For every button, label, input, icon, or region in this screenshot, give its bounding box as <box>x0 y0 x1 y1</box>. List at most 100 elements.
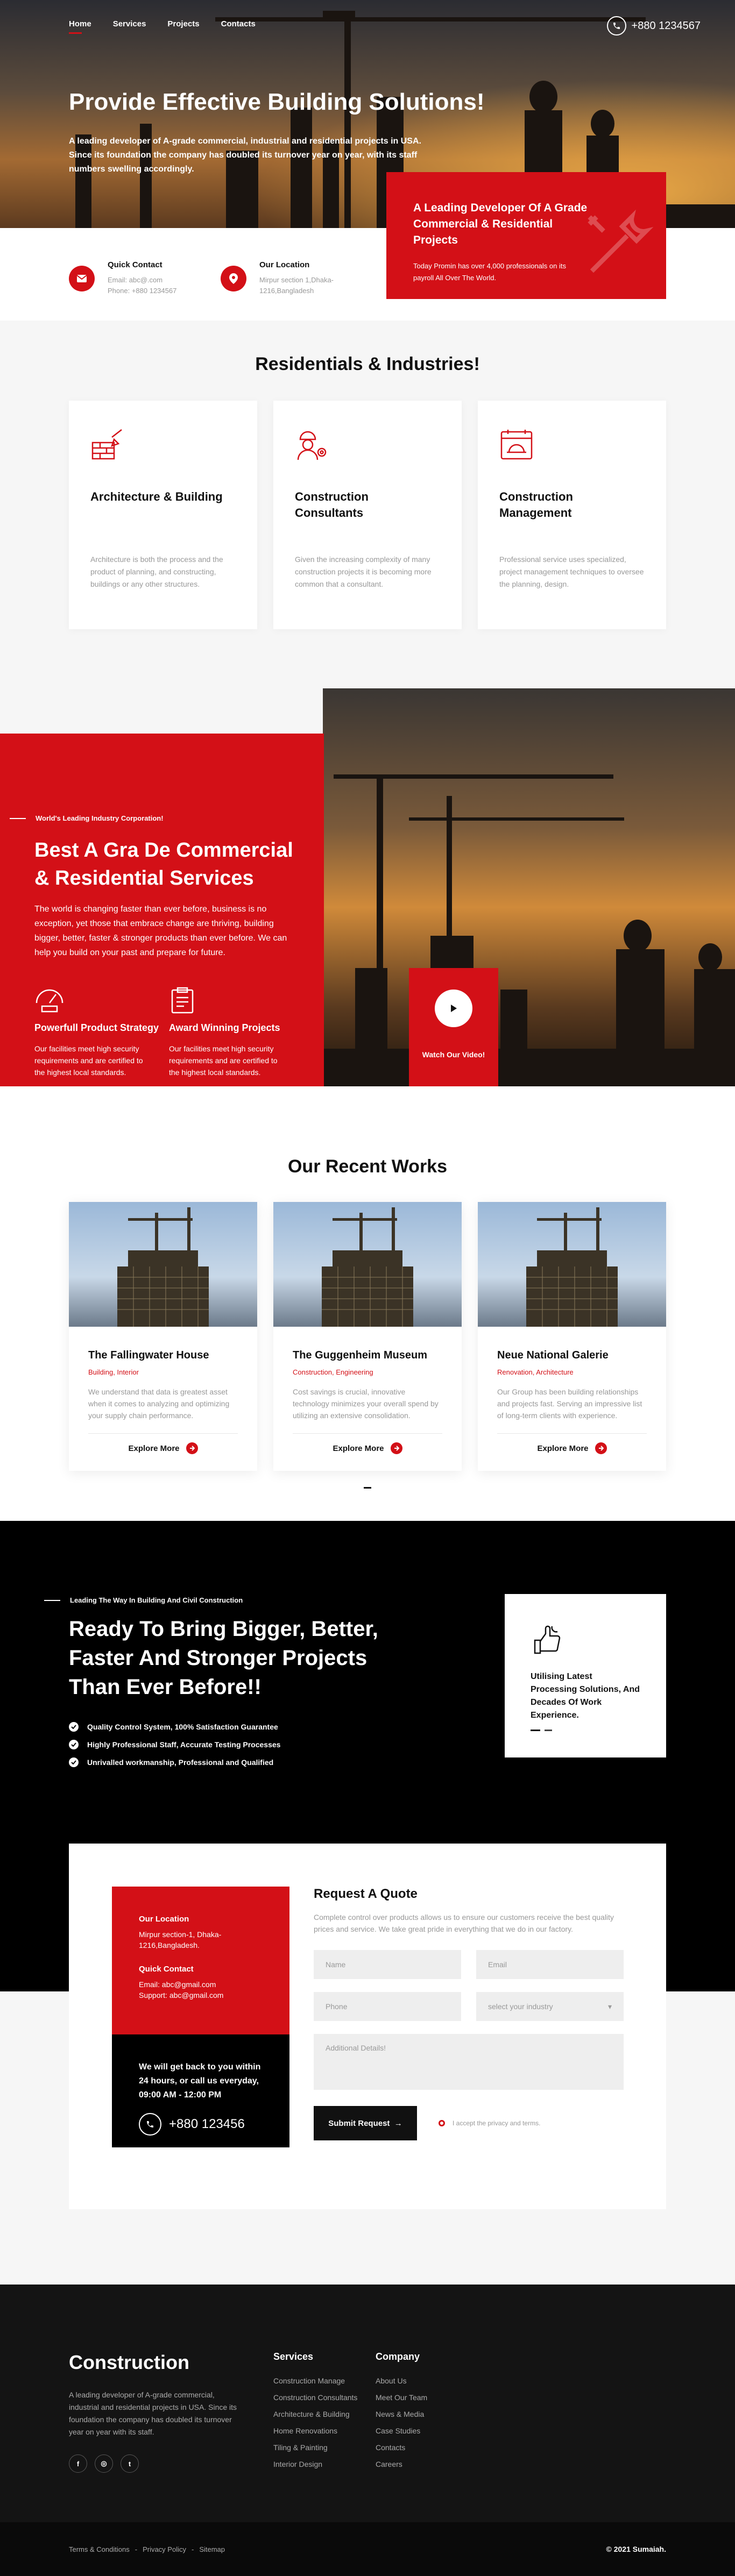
arrow-right-icon <box>595 1442 607 1454</box>
quote-support[interactable]: Support: abc@gmail.com <box>139 1990 263 2001</box>
nav-services[interactable]: Services <box>113 19 146 29</box>
footer-link[interactable]: Architecture & Building <box>273 2410 357 2418</box>
award-clipboard-icon <box>171 987 194 1014</box>
terms-link[interactable]: Terms & Conditions <box>69 2545 130 2553</box>
privacy-agree-radio[interactable]: I accept the privacy and terms. <box>439 2119 540 2127</box>
quote-email[interactable]: Email: abc@gmail.com <box>139 1979 263 1990</box>
sitemap-link[interactable]: Sitemap <box>199 2545 225 2553</box>
service-card-title: Construction Consultants <box>295 490 369 520</box>
work-category[interactable]: Building, Interior <box>88 1368 238 1376</box>
twitter-icon[interactable]: t <box>121 2454 139 2473</box>
services-section: Residentials & Industries! Architecture … <box>0 321 735 688</box>
footer-link[interactable]: Contacts <box>376 2443 427 2452</box>
quote-section: Our Location Mirpur section-1, Dhaka-121… <box>0 1844 735 2285</box>
work-card[interactable]: The Fallingwater House Building, Interio… <box>69 1202 257 1471</box>
promo-title: A Leading Developer Of A Grade Commercia… <box>413 202 588 246</box>
about-feature-title: Award Winning Projects <box>169 1022 280 1033</box>
location-title: Our Location <box>259 260 310 269</box>
details-textarea[interactable]: Additional Details! <box>314 2034 624 2090</box>
feature-dots[interactable] <box>531 1730 640 1731</box>
industry-select[interactable]: select your industry ▾ <box>476 1992 624 2021</box>
social-links: f ◎ t <box>69 2454 241 2473</box>
our-location: Our Location Mirpur section 1,Dhaka-1216… <box>221 260 340 296</box>
phone-field[interactable]: Phone <box>314 1992 461 2021</box>
about-title: Best A Gra De Commercial & Residential S… <box>34 839 293 889</box>
footer-link[interactable]: Meet Our Team <box>376 2393 427 2402</box>
footer-link[interactable]: About Us <box>376 2376 427 2385</box>
service-card-text: Architecture is both the process and the… <box>90 555 223 588</box>
feature-dot[interactable] <box>545 1730 552 1731</box>
work-description: Cost savings is crucial, innovative tech… <box>293 1387 439 1420</box>
header-phone[interactable]: +880 1234567 <box>606 16 701 35</box>
service-card[interactable]: Construction Consultants Given the incre… <box>273 401 462 629</box>
phone-icon <box>606 16 626 35</box>
about-feature-text: Our facilities meet high security requir… <box>34 1044 143 1077</box>
brick-wall-trowel-icon <box>91 429 122 460</box>
explore-more-link[interactable]: Explore More <box>497 1433 647 1454</box>
works-title: Our Recent Works <box>287 1156 447 1177</box>
nav-projects[interactable]: Projects <box>167 19 199 29</box>
about-feature-text: Our facilities meet high security requir… <box>169 1044 278 1077</box>
service-card[interactable]: Architecture & Building Architecture is … <box>69 401 257 629</box>
footer-services-title: Services <box>273 2351 314 2362</box>
feature-dot-active[interactable] <box>531 1730 540 1731</box>
footer-link[interactable]: News & Media <box>376 2410 427 2418</box>
radio-icon[interactable] <box>439 2120 445 2126</box>
work-title[interactable]: The Guggenheim Museum <box>293 1349 442 1362</box>
thumbs-up-wrench-icon <box>534 1625 561 1654</box>
quote-title: Request A Quote <box>314 1887 418 1901</box>
email-field[interactable]: Email <box>476 1950 624 1979</box>
footer-link[interactable]: Case Studies <box>376 2426 427 2435</box>
quote-form: Request A Quote Complete control over pr… <box>314 1887 624 2140</box>
submit-request-button[interactable]: Submit Request → <box>314 2106 417 2140</box>
nav-contacts[interactable]: Contacts <box>221 19 256 29</box>
footer-link[interactable]: Home Renovations <box>273 2426 357 2435</box>
play-icon[interactable] <box>435 990 472 1027</box>
about-feature-title: Powerfull Product Strategy <box>34 1022 159 1033</box>
carousel-dots[interactable] <box>69 1487 666 1489</box>
footer-company: Company About Us Meet Our Team News & Me… <box>376 2351 427 2477</box>
check-item: Unrivalled workmanship, Professional and… <box>69 1757 280 1767</box>
work-title[interactable]: Neue National Galerie <box>497 1349 647 1362</box>
check-icon <box>69 1740 79 1749</box>
watch-video-button[interactable]: Watch Our Video! <box>409 968 498 1086</box>
strategy-icon <box>36 989 63 1013</box>
work-image <box>273 1202 462 1327</box>
privacy-link[interactable]: Privacy Policy <box>143 2545 186 2553</box>
hero-text: A leading developer of A-grade commercia… <box>69 137 421 174</box>
hero-title: Provide Effective Building Solutions! <box>69 89 485 115</box>
quick-contact-phone[interactable]: Phone: +880 1234567 <box>108 286 176 296</box>
work-card[interactable]: Neue National Galerie Renovation, Archit… <box>478 1202 666 1471</box>
quick-contact-email[interactable]: Email: abc@.com <box>108 275 176 286</box>
work-title[interactable]: The Fallingwater House <box>88 1349 238 1362</box>
footer-link[interactable]: Careers <box>376 2460 427 2468</box>
work-category[interactable]: Renovation, Architecture <box>497 1368 647 1376</box>
footer-link[interactable]: Construction Consultants <box>273 2393 357 2402</box>
name-field[interactable]: Name <box>314 1950 461 1979</box>
promo-text: Today Promin has over 4,000 professional… <box>413 262 566 282</box>
facebook-icon[interactable]: f <box>69 2454 87 2473</box>
service-card-title: Architecture & Building <box>90 490 223 503</box>
footer-brand[interactable]: Construction <box>69 2351 241 2374</box>
footer-link[interactable]: Interior Design <box>273 2460 357 2468</box>
footer-link[interactable]: Tiling & Painting <box>273 2443 357 2452</box>
check-item: Highly Professional Staff, Accurate Test… <box>69 1740 280 1749</box>
explore-more-link[interactable]: Explore More <box>88 1433 238 1454</box>
work-category[interactable]: Construction, Engineering <box>293 1368 442 1376</box>
quote-phone[interactable]: +880 123456 <box>139 2113 263 2136</box>
about-tag: World's Leading Industry Corporation! <box>34 814 324 822</box>
nav-home[interactable]: Home <box>69 19 91 34</box>
instagram-icon[interactable]: ◎ <box>95 2454 113 2473</box>
work-card[interactable]: The Guggenheim Museum Construction, Engi… <box>273 1202 462 1471</box>
footer-bottom-bar: Terms & Conditions - Privacy Policy - Site… <box>0 2522 735 2576</box>
check-icon <box>69 1722 79 1732</box>
mail-icon <box>69 266 95 291</box>
quick-contact: Quick Contact Email: abc@.com Phone: +88… <box>69 260 176 296</box>
footer-link[interactable]: Construction Manage <box>273 2376 357 2385</box>
carousel-dot-active[interactable] <box>364 1487 371 1489</box>
explore-more-link[interactable]: Explore More <box>293 1433 442 1454</box>
cta-title: Ready To Bring Bigger, Better, Faster An… <box>69 1617 378 1699</box>
promo-box: A Leading Developer Of A Grade Commercia… <box>386 172 666 299</box>
service-card[interactable]: Construction Management Professional ser… <box>478 401 666 629</box>
services-title: Residentials & Industries! <box>255 354 480 374</box>
